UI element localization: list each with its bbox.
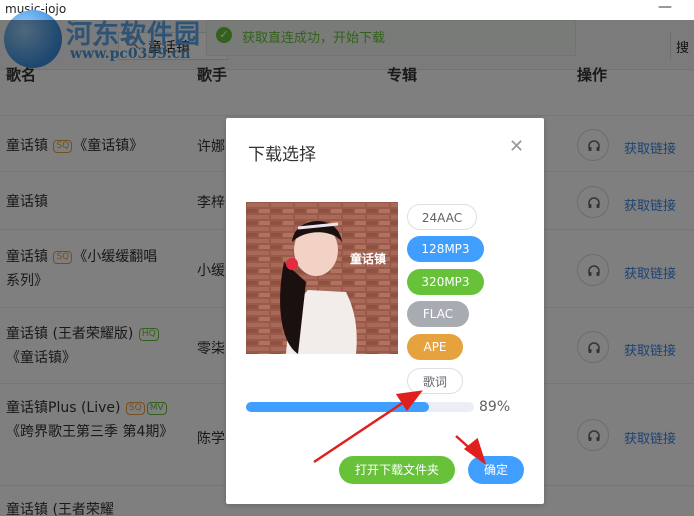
download-progress <box>246 402 474 412</box>
progress-label: 89% <box>479 399 511 415</box>
lyrics-button[interactable]: 歌词 <box>407 368 463 394</box>
close-icon[interactable]: ✕ <box>509 136 524 157</box>
ok-button[interactable]: 确定 <box>468 456 524 484</box>
format-flac-button[interactable]: FLAC <box>407 301 469 327</box>
minimize-button[interactable]: — <box>658 0 672 14</box>
download-dialog: 下载选择 ✕ 童话镇 24AAC 128MP3 320MP3 FLAC APE <box>226 118 544 504</box>
cover-text: 童话镇 <box>350 252 387 266</box>
album-cover: 童话镇 <box>246 202 398 354</box>
open-folder-button[interactable]: 打开下载文件夹 <box>339 456 455 484</box>
progress-fill <box>246 402 429 412</box>
format-ape-button[interactable]: APE <box>407 334 463 360</box>
format-320mp3-button[interactable]: 320MP3 <box>407 269 484 295</box>
format-24aac-button[interactable]: 24AAC <box>407 204 477 230</box>
format-128mp3-button[interactable]: 128MP3 <box>407 236 484 262</box>
dialog-title: 下载选择 <box>248 145 316 165</box>
